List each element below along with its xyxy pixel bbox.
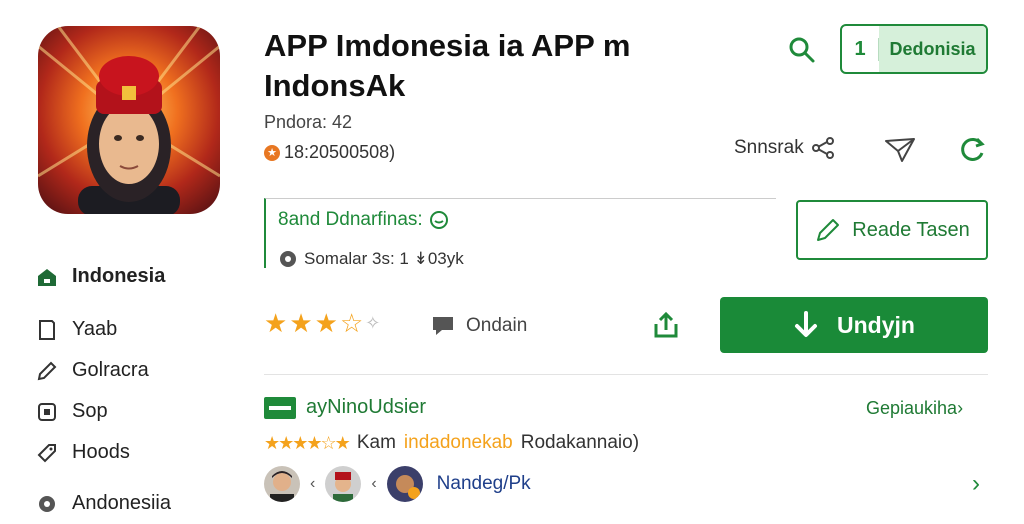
star-half-icon: ☆ [339,308,364,338]
comment-icon [433,317,453,335]
developer-header: ayNinoUdsier [264,396,426,419]
avatar[interactable] [325,466,362,502]
sidebar-item-label: Hoods [72,441,130,463]
app-title-line2: IndonsAk [264,68,406,103]
star-empty-icon: ✧ [365,313,381,333]
developer-badge-icon [264,396,296,419]
sidebar-item-andonesiia[interactable]: Andonesiia [36,483,236,524]
review-prefix: Kam [356,432,396,453]
app-title: APP Imdonesia ia APP m IndonsAk [264,26,630,106]
review-suffix: Rodakannaio) [520,432,640,453]
avatar-developer-name: Nandeg/Pk [436,473,531,494]
more-link-label: Gepiaukiha [866,398,958,418]
install-button-label: Undyjn [837,311,915,338]
app-title-line1: APP Imdonesia ia APP m [264,28,631,63]
review-button[interactable]: Reade Tasen [796,200,988,260]
install-button[interactable]: Undyjn [720,297,988,353]
app-meta-provider: Pndora: 42 [264,112,353,132]
section-divider [264,374,988,375]
app-icon [38,26,220,214]
send-button[interactable] [880,134,920,166]
star-full-icon: ★ [314,308,338,338]
refresh-icon [961,137,985,161]
sidebar-item-label: Sop [72,400,108,422]
sidebar-item-indonesia[interactable]: Indonesia [36,256,236,297]
star-full-icon: ★ [264,308,288,338]
sidebar-item-hoods[interactable]: Hoods [36,432,236,473]
comment-button[interactable]: Ondain [430,314,527,338]
badge-star-icon: ★ [264,144,280,161]
language-tab[interactable]: 1 Dedonisia [840,24,988,74]
chevron-left-icon: ‹ [310,475,316,492]
share-icon [811,137,834,159]
star-full-icon: ★ [289,308,313,338]
app-meta-count: ★ 18:20500508) [264,142,395,163]
review-button-label: Reade Tasen [852,218,970,241]
app-meta-count-text: 18:20500508) [284,142,396,162]
avatar[interactable] [386,466,423,502]
developer-more-link[interactable]: Gepiaukiha› [866,398,963,419]
smile-icon [429,211,448,229]
location-pin-icon [280,251,296,267]
send-icon [885,138,915,162]
square-icon [36,401,58,423]
info-title: 8and Ddnarfinas: [278,209,449,231]
info-panel: 8and Ddnarfinas: Somalar 3s: 1 ↡03yk [264,198,776,268]
location-icon [36,493,58,515]
sidebar-item-label: Yaab [72,318,118,340]
home-icon [36,266,58,288]
share-download-button[interactable] [650,310,682,342]
tab-number: 1 [842,37,879,61]
sidebar: Indonesia Yaab Golracra Sop Hoods Andone… [36,256,236,524]
review-stars-icon: ★★★★☆★ [264,432,351,453]
sidebar-item-label: Indonesia [72,265,166,287]
developer-review-line: ★★★★☆★ Kam indadonekab Rodakannaio) [264,432,639,454]
tag-icon [36,442,58,464]
search-button[interactable] [782,30,822,70]
refresh-button[interactable] [952,134,992,166]
share-label: Snnsrak [734,137,804,158]
chevron-left-icon: ‹ [371,475,377,492]
tab-label: Dedonisia [879,26,986,72]
sidebar-item-label: Golracra [72,359,149,381]
share-button[interactable]: Snnsrak [734,136,836,160]
rating-stars: ★ ★ ★ ☆ ✧ [264,310,380,336]
download-arrow-icon [795,311,818,337]
review-highlight: indadonekab [403,432,513,453]
info-title-text: 8and Ddnarfinas: [278,209,423,230]
sidebar-item-golracra[interactable]: Golracra [36,350,236,391]
avatar[interactable] [264,466,300,502]
upload-icon [654,311,678,338]
bookmark-icon [36,319,58,341]
chevron-right-icon: › [957,398,964,418]
avatar-row: ‹ ‹ Nandeg/Pk [264,466,531,502]
sidebar-item-sop[interactable]: Sop [36,391,236,432]
pencil-icon [36,360,58,382]
comment-label: Ondain [466,315,528,336]
sidebar-item-yaab[interactable]: Yaab [36,309,236,350]
chevron-right-icon[interactable]: › [972,470,980,498]
edit-icon [817,219,840,241]
info-subtitle-text: Somalar 3s: 1 ↡03yk [304,249,464,268]
developer-name: ayNinoUdsier [306,396,427,418]
info-subtitle: Somalar 3s: 1 ↡03yk [278,249,464,269]
search-icon [789,37,815,63]
